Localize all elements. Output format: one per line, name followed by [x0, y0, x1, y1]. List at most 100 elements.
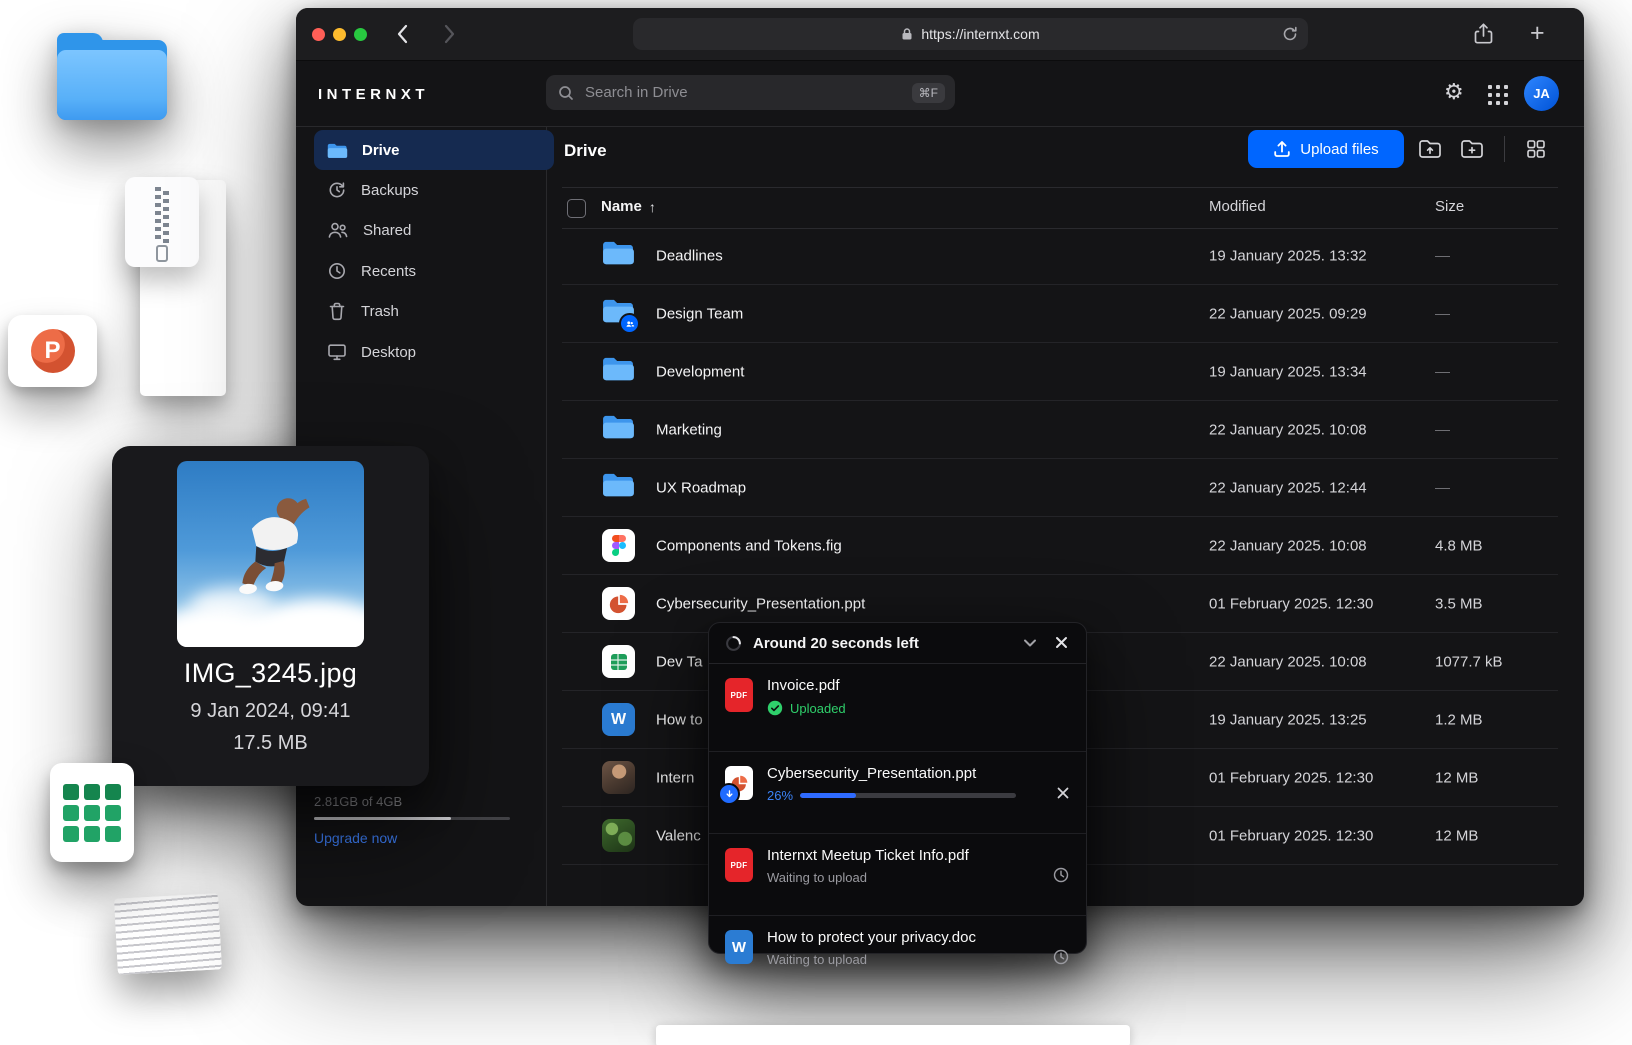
upload-icon [1273, 140, 1291, 158]
close-icon[interactable] [1054, 635, 1069, 650]
upload-item-name: Cybersecurity_Presentation.ppt [767, 765, 1070, 782]
zipper-icon [155, 187, 169, 243]
folder-icon [602, 239, 635, 272]
avatar[interactable]: JA [1524, 76, 1559, 111]
url-text: https://internxt.com [921, 26, 1039, 42]
sidebar-item-desktop[interactable]: Desktop [314, 332, 554, 372]
page-title: Drive [564, 141, 607, 161]
cancel-upload-icon[interactable] [1056, 786, 1070, 800]
file-size: 4.8 MB [1435, 537, 1483, 554]
file-size: 12 MB [1435, 827, 1478, 844]
file-name: Components and Tokens.fig [656, 537, 842, 554]
folder-icon [602, 355, 635, 388]
table-row[interactable]: UX Roadmap 22 January 2025. 12:44 — [562, 459, 1558, 517]
gear-icon[interactable]: ⚙ [1444, 80, 1464, 104]
file-size: — [1435, 421, 1450, 438]
table-row[interactable]: Components and Tokens.fig 22 January 202… [562, 517, 1558, 575]
table-row[interactable]: Deadlines 19 January 2025. 13:32 — [562, 227, 1558, 285]
storage-progress-bar [314, 817, 510, 820]
toolbar-separator [1504, 136, 1505, 162]
shared-folder-icon [602, 297, 635, 330]
sort-ascending-icon[interactable]: ↑ [649, 199, 656, 215]
browser-titlebar: https://internxt.com + [296, 8, 1584, 61]
preview-filename: IMG_3245.jpg [112, 658, 429, 689]
word-file-icon: W [602, 703, 635, 736]
upload-time-remaining: Around 20 seconds left [753, 635, 919, 652]
move-to-folder-icon[interactable] [1418, 138, 1442, 160]
spinner-icon [725, 635, 742, 652]
column-size[interactable]: Size [1435, 198, 1464, 215]
upload-item-name: Internxt Meetup Ticket Info.pdf [767, 847, 1070, 864]
column-name[interactable]: Name ↑ [601, 198, 656, 215]
page-canvas: P IMG_3245.jpg 9 Jan 2024, 09:41 [0, 0, 1632, 1045]
table-row[interactable]: Design Team 22 January 2025. 09:29 — [562, 285, 1558, 343]
forward-icon[interactable] [444, 24, 456, 44]
file-modified: 19 January 2025. 13:25 [1209, 711, 1367, 728]
column-modified[interactable]: Modified [1209, 198, 1266, 215]
file-modified: 22 January 2025. 10:08 [1209, 653, 1367, 670]
folder-decoration [57, 34, 167, 120]
table-header: Name ↑ Modified Size [562, 187, 1558, 229]
upload-progress-popup: Around 20 seconds left PDF Invoice.pdf U… [708, 622, 1087, 954]
sidebar-item-label: Backups [361, 182, 419, 199]
sidebar-item-label: Drive [362, 142, 400, 159]
upgrade-link[interactable]: Upgrade now [314, 830, 397, 846]
internxt-logo: INTERNXT [318, 86, 429, 103]
file-size: 1077.7 kB [1435, 653, 1503, 670]
upload-item[interactable]: PDF Internxt Meetup Ticket Info.pdf Wait… [709, 834, 1086, 916]
sidebar-item-recents[interactable]: Recents [314, 251, 554, 291]
chevron-down-icon[interactable] [1022, 636, 1038, 650]
downloading-badge-icon [718, 783, 740, 805]
file-name: Development [656, 363, 744, 380]
shared-people-icon [327, 220, 349, 240]
search-input[interactable] [583, 83, 903, 102]
share-icon[interactable] [1474, 23, 1493, 45]
file-name: Dev Ta [656, 653, 702, 670]
upload-files-label: Upload files [1300, 141, 1378, 158]
pdf-file-icon: PDF [725, 678, 753, 712]
paper-stack-decoration [114, 893, 222, 974]
file-modified: 19 January 2025. 13:32 [1209, 247, 1367, 264]
file-size: 3.5 MB [1435, 595, 1483, 612]
file-size: — [1435, 247, 1450, 264]
photo-thumbnail [177, 461, 364, 647]
back-icon[interactable] [396, 24, 408, 44]
file-size: 12 MB [1435, 769, 1478, 786]
new-tab-icon[interactable]: + [1530, 20, 1545, 46]
upload-files-button[interactable]: Upload files [1248, 130, 1404, 168]
table-row[interactable]: Development 19 January 2025. 13:34 — [562, 343, 1558, 401]
desktop-monitor-icon [327, 342, 347, 362]
search-bar[interactable]: ⌘F [546, 75, 955, 110]
apps-grid-icon[interactable] [1488, 85, 1508, 105]
grid-view-icon[interactable] [1526, 139, 1546, 159]
upload-progress-bar [800, 793, 1016, 798]
sidebar-item-shared[interactable]: Shared [314, 210, 554, 250]
file-name: Intern [656, 769, 694, 786]
sidebar-item-label: Shared [363, 222, 411, 239]
shared-badge-icon [619, 313, 640, 334]
file-name: Valenc [656, 827, 701, 844]
waiting-clock-icon [1052, 948, 1070, 966]
sidebar-item-trash[interactable]: Trash [314, 291, 554, 331]
file-size: — [1435, 363, 1450, 380]
upload-item-name: Invoice.pdf [767, 677, 1070, 694]
file-name: Deadlines [656, 247, 723, 264]
sidebar-item-backups[interactable]: Backups [314, 170, 554, 210]
upload-progress-fill [800, 793, 856, 798]
storage-usage: 2.81GB of 4GB [314, 794, 402, 809]
sidebar-item-drive[interactable]: Drive [314, 130, 554, 170]
table-row[interactable]: Marketing 22 January 2025. 10:08 — [562, 401, 1558, 459]
upload-item[interactable]: W How to protect your privacy.doc Waitin… [709, 916, 1086, 997]
upload-item[interactable]: PDF Invoice.pdf Uploaded [709, 664, 1086, 752]
minimize-window-button[interactable] [333, 28, 346, 41]
zoom-window-button[interactable] [354, 28, 367, 41]
reload-icon[interactable] [1282, 26, 1298, 42]
sidebar-item-label: Recents [361, 263, 416, 280]
close-window-button[interactable] [312, 28, 325, 41]
zip-file-decoration [125, 177, 199, 267]
upload-item[interactable]: Cybersecurity_Presentation.ppt 26% [709, 752, 1086, 834]
address-bar[interactable]: https://internxt.com [633, 18, 1308, 50]
select-all-checkbox[interactable] [567, 199, 586, 218]
waiting-clock-icon [1052, 866, 1070, 884]
new-folder-icon[interactable] [1460, 138, 1484, 160]
